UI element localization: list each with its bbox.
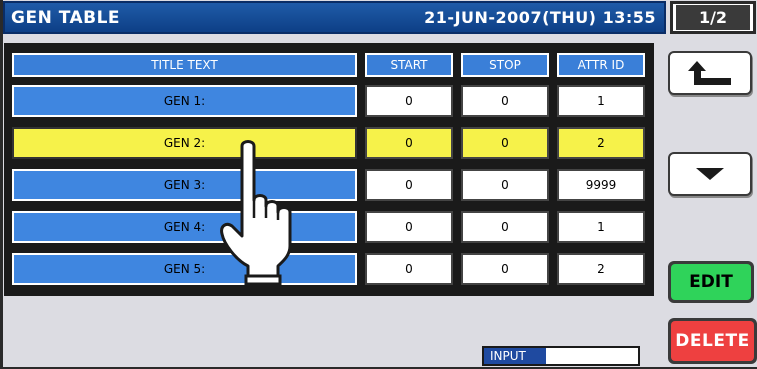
col-header-stop: STOP [460,52,550,78]
delete-button[interactable]: DELETE [668,318,757,364]
row-start[interactable]: 0 [365,85,453,117]
input-label: INPUT [484,348,546,364]
gen-table: TITLE TEXT START STOP ATTR ID GEN 1: 0 0… [4,43,654,296]
edit-button-label: EDIT [671,264,751,300]
pointing-hand-icon [220,140,292,286]
col-header-title: TITLE TEXT [11,52,358,78]
down-triangle-icon [696,168,724,180]
row-attr-id[interactable]: 1 [557,211,645,243]
input-field: INPUT [482,346,640,366]
scroll-down-button[interactable] [668,152,752,196]
edit-button[interactable]: EDIT [668,261,754,303]
row-attr-id[interactable]: 1 [557,85,645,117]
screen-title: GEN TABLE [11,7,121,28]
row-stop[interactable]: 0 [461,127,549,159]
row-stop[interactable]: 0 [461,211,549,243]
row-attr-id[interactable]: 9999 [557,169,645,201]
page-indicator: 1/2 [670,1,756,34]
row-start[interactable]: 0 [365,127,453,159]
row-attr-id[interactable]: 2 [557,253,645,285]
row-stop[interactable]: 0 [461,169,549,201]
title-bar: GEN TABLE 21-JUN-2007(THU) 13:55 [3,1,666,34]
row-start[interactable]: 0 [365,169,453,201]
return-arrow-icon [688,61,731,85]
row-stop[interactable]: 0 [461,85,549,117]
delete-button-label: DELETE [671,321,754,361]
row-title[interactable]: GEN 1: [11,84,358,118]
back-button[interactable] [668,51,752,95]
row-stop[interactable]: 0 [461,253,549,285]
row-start[interactable]: 0 [365,211,453,243]
input-value [546,348,638,364]
col-header-start: START [364,52,454,78]
date-time: 21-JUN-2007(THU) 13:55 [424,8,656,27]
row-start[interactable]: 0 [365,253,453,285]
page-number: 1/2 [676,5,750,30]
row-attr-id[interactable]: 2 [557,127,645,159]
col-header-attr-id: ATTR ID [556,52,646,78]
